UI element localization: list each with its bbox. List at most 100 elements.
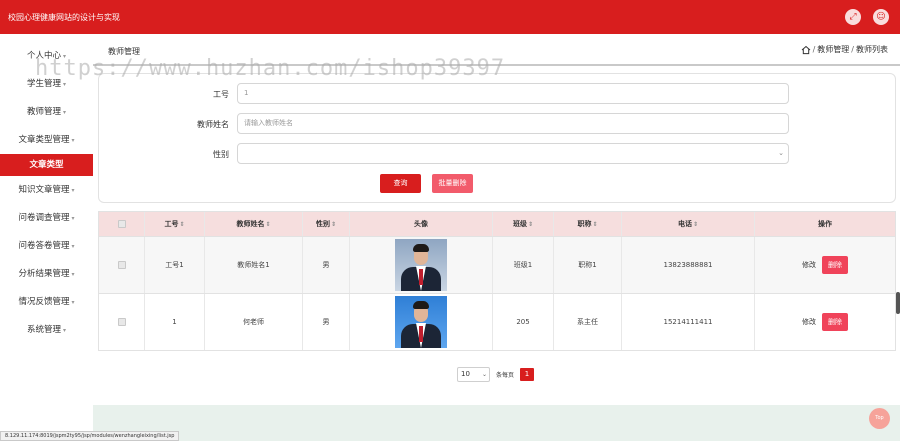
avatar <box>395 239 447 291</box>
edit-button[interactable]: 修改 <box>802 260 816 270</box>
edit-button[interactable]: 修改 <box>802 317 816 327</box>
header-phone[interactable]: 电话 ⇕ <box>621 212 754 236</box>
cell-employee-id: 工号1 <box>144 237 204 293</box>
sidebar-item-teachers[interactable]: 教师管理 ▾ <box>0 101 93 123</box>
chevron-down-icon: ▾ <box>71 299 75 306</box>
header-label: 电话 <box>677 220 692 228</box>
cell-actions: 修改 删除 <box>754 294 895 350</box>
chevron-down-icon: ▾ <box>63 109 67 116</box>
browser-status-url: 8.129.11.174:8019/jspm2ty95/jsp/modules/… <box>0 431 180 441</box>
row-select-cell <box>99 237 144 293</box>
header-employee-id[interactable]: 工号 ⇕ <box>144 212 204 236</box>
select-all-checkbox[interactable] <box>117 220 126 228</box>
breadcrumb-teacher-mgmt[interactable]: 教师管理 <box>817 44 849 55</box>
header-avatar: 头像 <box>349 212 492 236</box>
sidebar-item-label: 问卷调查管理 <box>18 213 70 223</box>
chevron-down-icon: ⌄ <box>778 149 784 157</box>
batch-delete-button[interactable]: 批量删除 <box>432 174 473 193</box>
sidebar-item-label: 学生管理 <box>26 79 61 89</box>
page-number-button[interactable]: 1 <box>520 368 535 381</box>
cell-class: 205 <box>492 294 553 350</box>
avatar <box>395 296 447 348</box>
sidebar-item-label: 文章类型管理 <box>18 135 70 145</box>
row-checkbox[interactable] <box>117 261 126 269</box>
sort-icon: ⇕ <box>330 220 337 228</box>
sidebar-item-article-type[interactable]: 文章类型 <box>0 154 93 176</box>
top-bar: 校园心理健康网站的设计与实现 ⤢ ☺ <box>0 0 900 34</box>
header-label: 操作 <box>818 220 832 228</box>
sidebar-item-surveys[interactable]: 问卷调查管理 ▾ <box>0 207 93 229</box>
sort-icon: ⇕ <box>265 220 271 228</box>
expand-icon[interactable]: ⤢ <box>845 9 861 25</box>
breadcrumb-bar: 教师管理 / 教师管理 / 教师列表 <box>93 40 900 66</box>
header-label: 教师姓名 <box>236 220 265 228</box>
teacher-name-label: 教师姓名 <box>197 120 229 129</box>
home-icon[interactable] <box>801 45 811 55</box>
row-select-cell <box>99 294 144 350</box>
delete-button[interactable]: 删除 <box>822 256 848 274</box>
sidebar-item-students[interactable]: 学生管理 ▾ <box>0 73 93 95</box>
app-title: 校园心理健康网站的设计与实现 <box>8 13 120 22</box>
header-teacher-name[interactable]: 教师姓名 ⇕ <box>204 212 302 236</box>
query-button[interactable]: 查询 <box>380 174 421 193</box>
sidebar-item-system[interactable]: 系统管理 ▾ <box>0 319 93 341</box>
gender-select[interactable]: ⌄ <box>237 143 789 164</box>
chevron-down-icon: ▾ <box>71 187 75 194</box>
cell-gender: 男 <box>302 237 349 293</box>
header-title[interactable]: 职称 ⇕ <box>553 212 621 236</box>
sidebar-item-label: 分析结果管理 <box>18 269 70 279</box>
delete-button[interactable]: 删除 <box>822 313 848 331</box>
cell-avatar <box>349 294 492 350</box>
cell-teacher-name: 何老师 <box>204 294 302 350</box>
sidebar-item-feedback[interactable]: 情况反馈管理 ▾ <box>0 291 93 313</box>
breadcrumb: / 教师管理 / 教师列表 <box>801 44 888 55</box>
sidebar-item-label: 系统管理 <box>26 325 61 335</box>
sidebar-item-label: 情况反馈管理 <box>18 297 70 307</box>
sort-icon: ⇕ <box>692 220 699 228</box>
user-icon[interactable]: ☺ <box>873 9 889 25</box>
teacher-name-input[interactable]: 请输入教师姓名 <box>237 113 789 134</box>
chevron-down-icon: ▾ <box>63 53 67 60</box>
page-size-select[interactable]: 10 ⌄ <box>457 367 490 382</box>
chevron-down-icon: ▾ <box>71 243 75 250</box>
sidebar-item-label: 个人中心 <box>26 51 61 61</box>
cell-actions: 修改 删除 <box>754 237 895 293</box>
row-checkbox[interactable] <box>117 318 126 326</box>
table-row: 工号1 教师姓名1 男 班级1 职称1 13823888881 修改 删除 <box>99 236 895 293</box>
cell-class: 班级1 <box>492 237 553 293</box>
footer-band <box>93 405 900 441</box>
table-header-row: 工号 ⇕ 教师姓名 ⇕ 性别 ⇕ 头像 班级 ⇕ 职称 ⇕ 电话 ⇕ 操作 <box>99 212 895 236</box>
scrollbar-thumb[interactable] <box>896 292 900 314</box>
breadcrumb-separator: / <box>812 45 816 54</box>
pagination: 10 ⌄ 条每页 1 <box>457 367 535 382</box>
sidebar-item-survey-answers[interactable]: 问卷答卷管理 ▾ <box>0 235 93 257</box>
sort-icon: ⇕ <box>592 220 598 228</box>
sort-icon: ⇕ <box>527 220 534 228</box>
chevron-down-icon: ⌄ <box>481 371 487 378</box>
cell-teacher-name: 教师姓名1 <box>204 237 302 293</box>
cell-avatar <box>349 237 492 293</box>
sidebar-item-label: 文章类型 <box>29 160 64 170</box>
sidebar-item-personal-center[interactable]: 个人中心 ▾ <box>0 45 93 67</box>
page-title: 教师管理 <box>108 47 140 56</box>
breadcrumb-teacher-list: 教师列表 <box>856 45 888 54</box>
employee-id-input[interactable]: 1 <box>237 83 789 104</box>
table-row: 1 何老师 男 205 系主任 15214111411 修改 删除 <box>99 293 895 350</box>
sidebar-item-label: 知识文章管理 <box>18 185 70 195</box>
sidebar-item-analysis-results[interactable]: 分析结果管理 ▾ <box>0 263 93 285</box>
cell-gender: 男 <box>302 294 349 350</box>
breadcrumb-separator: / <box>851 45 854 54</box>
chevron-down-icon: ▾ <box>63 327 67 334</box>
sort-icon: ⇕ <box>179 220 185 228</box>
cell-title: 系主任 <box>553 294 621 350</box>
sidebar-item-knowledge-articles[interactable]: 知识文章管理 ▾ <box>0 179 93 201</box>
header-class[interactable]: 班级 ⇕ <box>492 212 553 236</box>
chevron-down-icon: ▾ <box>63 81 67 88</box>
chevron-down-icon: ▾ <box>71 215 75 222</box>
header-gender[interactable]: 性别 ⇕ <box>302 212 349 236</box>
search-panel: 工号 1 教师姓名 请输入教师姓名 性别 ⌄ 查询 批量删除 <box>98 73 896 203</box>
sidebar-item-label: 教师管理 <box>26 107 61 117</box>
header-label: 职称 <box>577 220 592 228</box>
sidebar-item-article-type-mgmt[interactable]: 文章类型管理 ▾ <box>0 129 93 151</box>
back-to-top-button[interactable]: Top <box>869 408 890 429</box>
